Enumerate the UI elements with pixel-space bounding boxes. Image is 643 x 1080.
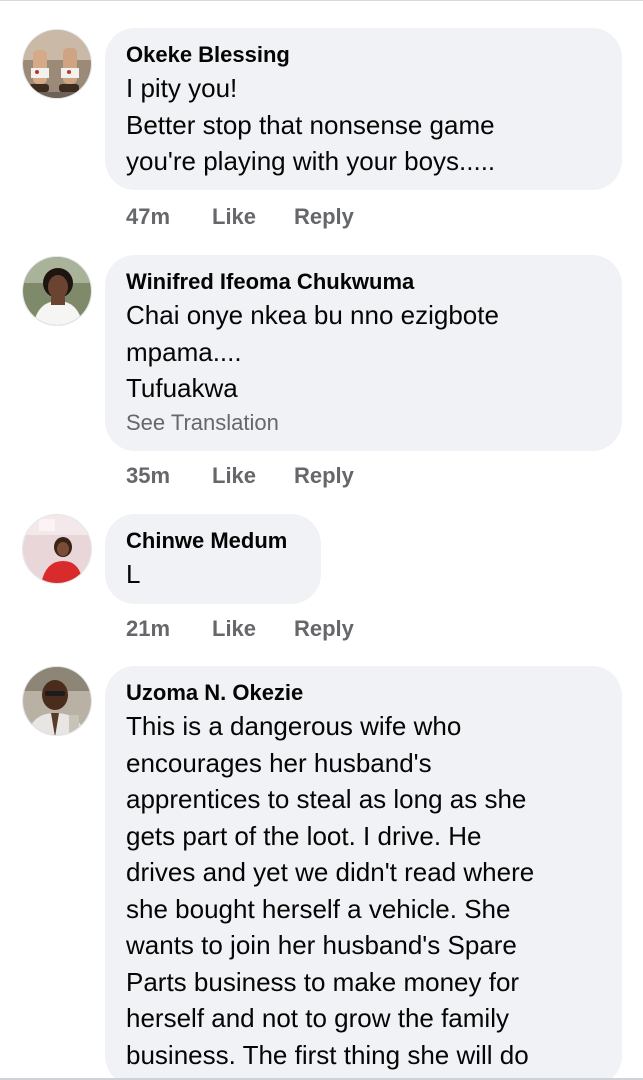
screen-bottom-divider: [0, 1072, 643, 1080]
comment-bubble: Okeke Blessing I pity you! Better stop t…: [105, 28, 622, 190]
comment-text-line: gets part of the loot. I drive. He: [126, 820, 482, 851]
avatar[interactable]: [22, 666, 92, 736]
comment-text-line: I pity you!: [126, 73, 238, 103]
like-button[interactable]: Like: [212, 461, 256, 491]
comment-timestamp[interactable]: 21m: [126, 614, 170, 644]
reply-button[interactable]: Reply: [294, 614, 354, 644]
like-button[interactable]: Like: [212, 202, 256, 232]
avatar-photo-legs: [23, 30, 91, 98]
avatar-photo-woman-red: [23, 515, 91, 583]
avatar[interactable]: [22, 514, 92, 584]
comment-bubble: Chinwe Medum L: [105, 514, 321, 604]
comment-bubble: Uzoma N. Okezie This is a dangerous wife…: [105, 666, 622, 1080]
comment-text-line: apprentices to steal as long as she: [126, 784, 527, 814]
comment-text-line: Tufuakwa: [126, 373, 238, 403]
comment-author[interactable]: Winifred Ifeoma Chukwuma: [126, 267, 602, 297]
comment-text-line: mpama....: [126, 336, 242, 367]
comment-timestamp[interactable]: 47m: [126, 202, 170, 232]
comment-bubble: Winifred Ifeoma Chukwuma Chai onye nkea …: [105, 255, 622, 451]
previous-comment-cutoff: [0, 0, 643, 8]
comment-text-line: Chai onye nkea bu nno ezigbote: [126, 300, 499, 330]
comment-text-line: business. The first thing she will do: [126, 1039, 529, 1070]
comment-text-line: you're playing with your boys.....: [126, 146, 496, 176]
comments-page: Okeke Blessing I pity you! Better stop t…: [0, 0, 643, 1080]
comment-author[interactable]: Uzoma N. Okezie: [126, 678, 602, 708]
comment-author[interactable]: Chinwe Medum: [126, 526, 301, 556]
comment-text-line: L: [126, 559, 141, 589]
comment-text-line: Better stop that nonsense game: [126, 109, 495, 140]
comment-text-line: This is a dangerous wife who: [126, 711, 462, 741]
avatar[interactable]: [22, 256, 92, 326]
comment-author[interactable]: Okeke Blessing: [126, 40, 602, 70]
see-translation-link[interactable]: See Translation: [126, 407, 602, 439]
comment-text-line: Parts business to make money for: [126, 966, 520, 997]
comment-timestamp[interactable]: 35m: [126, 461, 170, 491]
comment-text-line: herself and not to grow the family: [126, 1003, 509, 1033]
like-button[interactable]: Like: [212, 614, 256, 644]
comment-text-line: drives and yet we didn't read where: [126, 857, 535, 887]
comment-text-line: she bought herself a vehicle. She: [126, 893, 511, 924]
avatar[interactable]: [22, 29, 92, 99]
reply-button[interactable]: Reply: [294, 202, 354, 232]
avatar-photo-man-suit: [23, 667, 91, 735]
avatar-photo-woman-white: [23, 257, 91, 325]
comment-text-line: wants to join her husband's Spare: [126, 930, 517, 960]
reply-button[interactable]: Reply: [294, 461, 354, 491]
comment-text-line: encourages her husband's: [126, 747, 432, 778]
